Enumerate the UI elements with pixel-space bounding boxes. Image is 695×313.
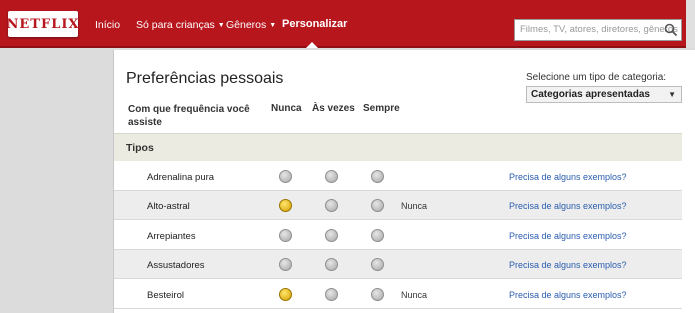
top-navigation-bar: NETFLIX Início Só para crianças ▼ Gêneros… [0,0,695,48]
table-row: Besteirol Nunca Precisa de alguns exempl… [114,280,682,309]
radio-as-vezes[interactable] [325,288,338,301]
radio-nunca[interactable] [279,258,292,271]
radio-sempre[interactable] [371,288,384,301]
nav-generos-label: Gêneros [226,19,267,31]
section-title: Tipos [126,142,154,154]
netflix-logo[interactable]: NETFLIX [6,11,80,37]
examples-link[interactable]: Precisa de alguns exemplos? [509,260,627,270]
table-row: Adrenalina pura Precisa de alguns exempl… [114,162,682,191]
radio-sempre[interactable] [371,258,384,271]
row-label: Alto-astral [147,201,190,212]
row-label: Besteirol [147,290,184,301]
radio-as-vezes[interactable] [325,258,338,271]
option-header-sempre: Sempre [363,103,400,114]
scrollbar-track [686,0,695,48]
page-title: Preferências pessoais [126,70,284,87]
radio-sempre[interactable] [371,229,384,242]
nav-generos[interactable]: Gêneros ▼ [226,19,276,31]
preferences-panel: Preferências pessoais Selecione um tipo … [113,50,695,313]
category-select[interactable]: Categorias apresentadas ▼ [526,86,682,103]
examples-link[interactable]: Precisa de alguns exemplos? [509,201,627,211]
nav-personalizar[interactable]: Personalizar [282,18,347,30]
frequency-question-header: Com que frequência você assiste [128,104,250,128]
radio-nunca[interactable] [279,170,292,183]
active-nav-pointer [306,42,318,48]
table-row: Arrepiantes Precisa de alguns exemplos? [114,221,682,250]
row-status: Nunca [401,201,428,211]
radio-as-vezes[interactable] [325,229,338,242]
row-label: Assustadores [147,260,205,271]
option-header-nunca: Nunca [271,103,302,114]
radio-nunca[interactable] [279,229,292,242]
radio-nunca[interactable] [279,199,292,212]
table-row: Assustadores Precisa de alguns exemplos? [114,250,682,279]
chevron-down-icon: ▼ [668,90,676,99]
search-input[interactable]: Filmes, TV, atores, diretores, gêneros [514,19,682,41]
search-placeholder: Filmes, TV, atores, diretores, gêneros [520,24,678,35]
row-label: Arrepiantes [147,231,196,242]
option-header-as-vezes: Às vezes [312,103,355,114]
radio-nunca[interactable] [279,288,292,301]
row-status: Nunca [401,290,428,300]
logo-text: NETFLIX [6,16,80,32]
table-row: Alto-astral Nunca Precisa de alguns exem… [114,191,682,220]
category-select-value: Categorias apresentadas [531,89,650,100]
radio-sempre[interactable] [371,170,384,183]
category-select-label: Selecione um tipo de categoria: [526,72,667,83]
nav-so-para-criancas-label: Só para crianças [136,19,215,31]
chevron-down-icon: ▼ [217,21,225,29]
examples-link[interactable]: Precisa de alguns exemplos? [509,172,627,182]
search-icon[interactable] [664,23,678,37]
radio-as-vezes[interactable] [325,170,338,183]
radio-as-vezes[interactable] [325,199,338,212]
nav-inicio[interactable]: Início [95,19,120,31]
chevron-down-icon: ▼ [269,21,277,29]
nav-so-para-criancas[interactable]: Só para crianças ▼ [136,19,225,31]
section-header-tipos: Tipos [114,133,682,161]
row-label: Adrenalina pura [147,172,215,183]
examples-link[interactable]: Precisa de alguns exemplos? [509,231,627,241]
examples-link[interactable]: Precisa de alguns exemplos? [509,290,627,300]
radio-sempre[interactable] [371,199,384,212]
